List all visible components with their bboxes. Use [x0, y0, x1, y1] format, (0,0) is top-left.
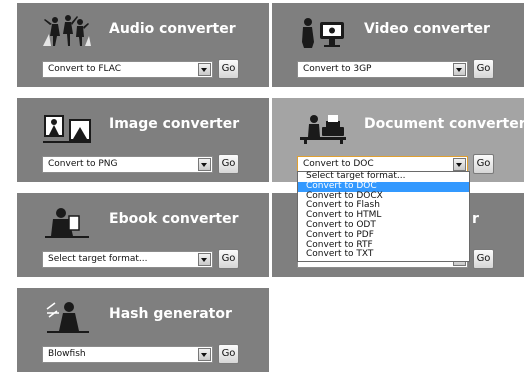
select-value: Convert to FLAC — [48, 64, 122, 74]
image-format-select[interactable]: Convert to PNG — [42, 156, 213, 173]
chevron-down-icon[interactable] — [198, 253, 211, 266]
hash-go-button[interactable]: Go — [218, 344, 239, 364]
chevron-down-icon[interactable] — [453, 158, 466, 171]
audio-go-button[interactable]: Go — [218, 59, 239, 79]
document-go-button[interactable]: Go — [473, 154, 494, 174]
audio-converter-panel: Audio converter Convert to FLAC Go — [17, 3, 269, 87]
chevron-down-icon[interactable] — [198, 348, 211, 361]
ebook-converter-panel: Ebook converter Select target format... … — [17, 193, 269, 277]
panel-title: Image converter — [109, 116, 240, 132]
panel-title: Document converter — [364, 116, 526, 132]
typewriter-icon — [300, 115, 346, 144]
select-value: Convert to 3GP — [303, 64, 372, 74]
video-converter-panel: Video converter Convert to 3GP Go — [272, 3, 524, 87]
audio-format-select[interactable]: Convert to FLAC — [42, 61, 213, 78]
image-go-button[interactable]: Go — [218, 154, 239, 174]
hash-algorithm-select[interactable]: Blowfish — [42, 346, 213, 363]
panel-title: Hash generator — [109, 306, 232, 322]
panel-title: Ebook converter — [109, 211, 239, 227]
hidden-go-button[interactable]: Go — [473, 249, 494, 269]
hash-figure-icon — [46, 302, 89, 333]
select-value: Blowfish — [48, 349, 86, 359]
dancers-icon — [43, 15, 91, 46]
ebook-go-button[interactable]: Go — [218, 249, 239, 269]
photo-frames-icon — [43, 115, 91, 143]
ebook-format-select[interactable]: Select target format... — [42, 251, 213, 268]
select-value: Select target format... — [48, 254, 148, 264]
hash-generator-panel: Hash generator Blowfish Go — [17, 288, 269, 372]
chevron-down-icon[interactable] — [198, 158, 211, 171]
video-go-button[interactable]: Go — [473, 59, 494, 79]
image-converter-panel: Image converter Convert to PNG Go — [17, 98, 269, 182]
panel-title-fragment: r — [472, 211, 479, 227]
select-value: Convert to PNG — [48, 159, 118, 169]
tv-viewer-icon — [302, 18, 344, 48]
dropdown-option[interactable]: Convert to TXT — [298, 250, 469, 260]
chevron-down-icon[interactable] — [453, 63, 466, 76]
video-format-select[interactable]: Convert to 3GP — [297, 61, 468, 78]
panel-title: Audio converter — [109, 21, 236, 37]
panel-title: Video converter — [364, 21, 490, 37]
document-converter-panel: Document converter Convert to DOC Go — [272, 98, 526, 182]
document-format-dropdown[interactable]: Select target format... Convert to DOC Con… — [297, 171, 470, 262]
reader-icon — [45, 208, 89, 238]
chevron-down-icon[interactable] — [198, 63, 211, 76]
select-value: Convert to DOC — [303, 159, 374, 169]
